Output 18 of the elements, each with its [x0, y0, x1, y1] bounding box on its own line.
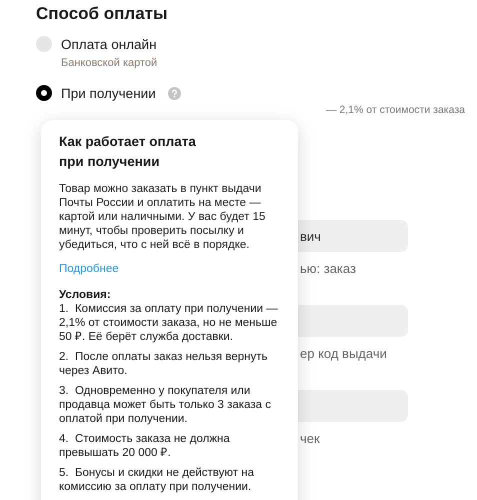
- radio-button[interactable]: [36, 85, 52, 101]
- condition-text: 1. Комиссия за оплату при получении — 2,1% от стоимости заказа, но не меньше 50 ₽. Её берёт служба доставки.: [59, 302, 279, 344]
- help-icon[interactable]: [168, 86, 181, 100]
- condition-text: 3. Одновременно у покупателя или продавца может быть только 3 заказа с оплатой при получении.: [59, 384, 272, 426]
- condition-text: 4. Стоимость заказа не должна превышать 20 000 ₽.: [59, 432, 231, 460]
- option-description: Банковской картой: [60, 57, 158, 69]
- field-hint: чек: [300, 431, 320, 446]
- field-hint: ью: заказ: [300, 261, 356, 276]
- popover-title: Как работает оплата при получении: [59, 133, 197, 171]
- field-hint: ер код выдачи: [300, 346, 387, 361]
- condition-text: 5. Бонусы и скидки не действуют на комиссию за оплату при получении.: [59, 466, 255, 494]
- option-label: При получении: [61, 86, 156, 100]
- radio-button[interactable]: [36, 36, 52, 52]
- option-description: — 2,1% от стоимости заказа: [325, 104, 466, 116]
- section-title: Способ оплаты: [35, 3, 169, 25]
- condition-text: 2. После оплаты заказ нельзя вернуть через Авито.: [59, 350, 268, 378]
- option-label: Оплата онлайн: [61, 36, 157, 52]
- conditions-title: Условия:: [59, 288, 112, 302]
